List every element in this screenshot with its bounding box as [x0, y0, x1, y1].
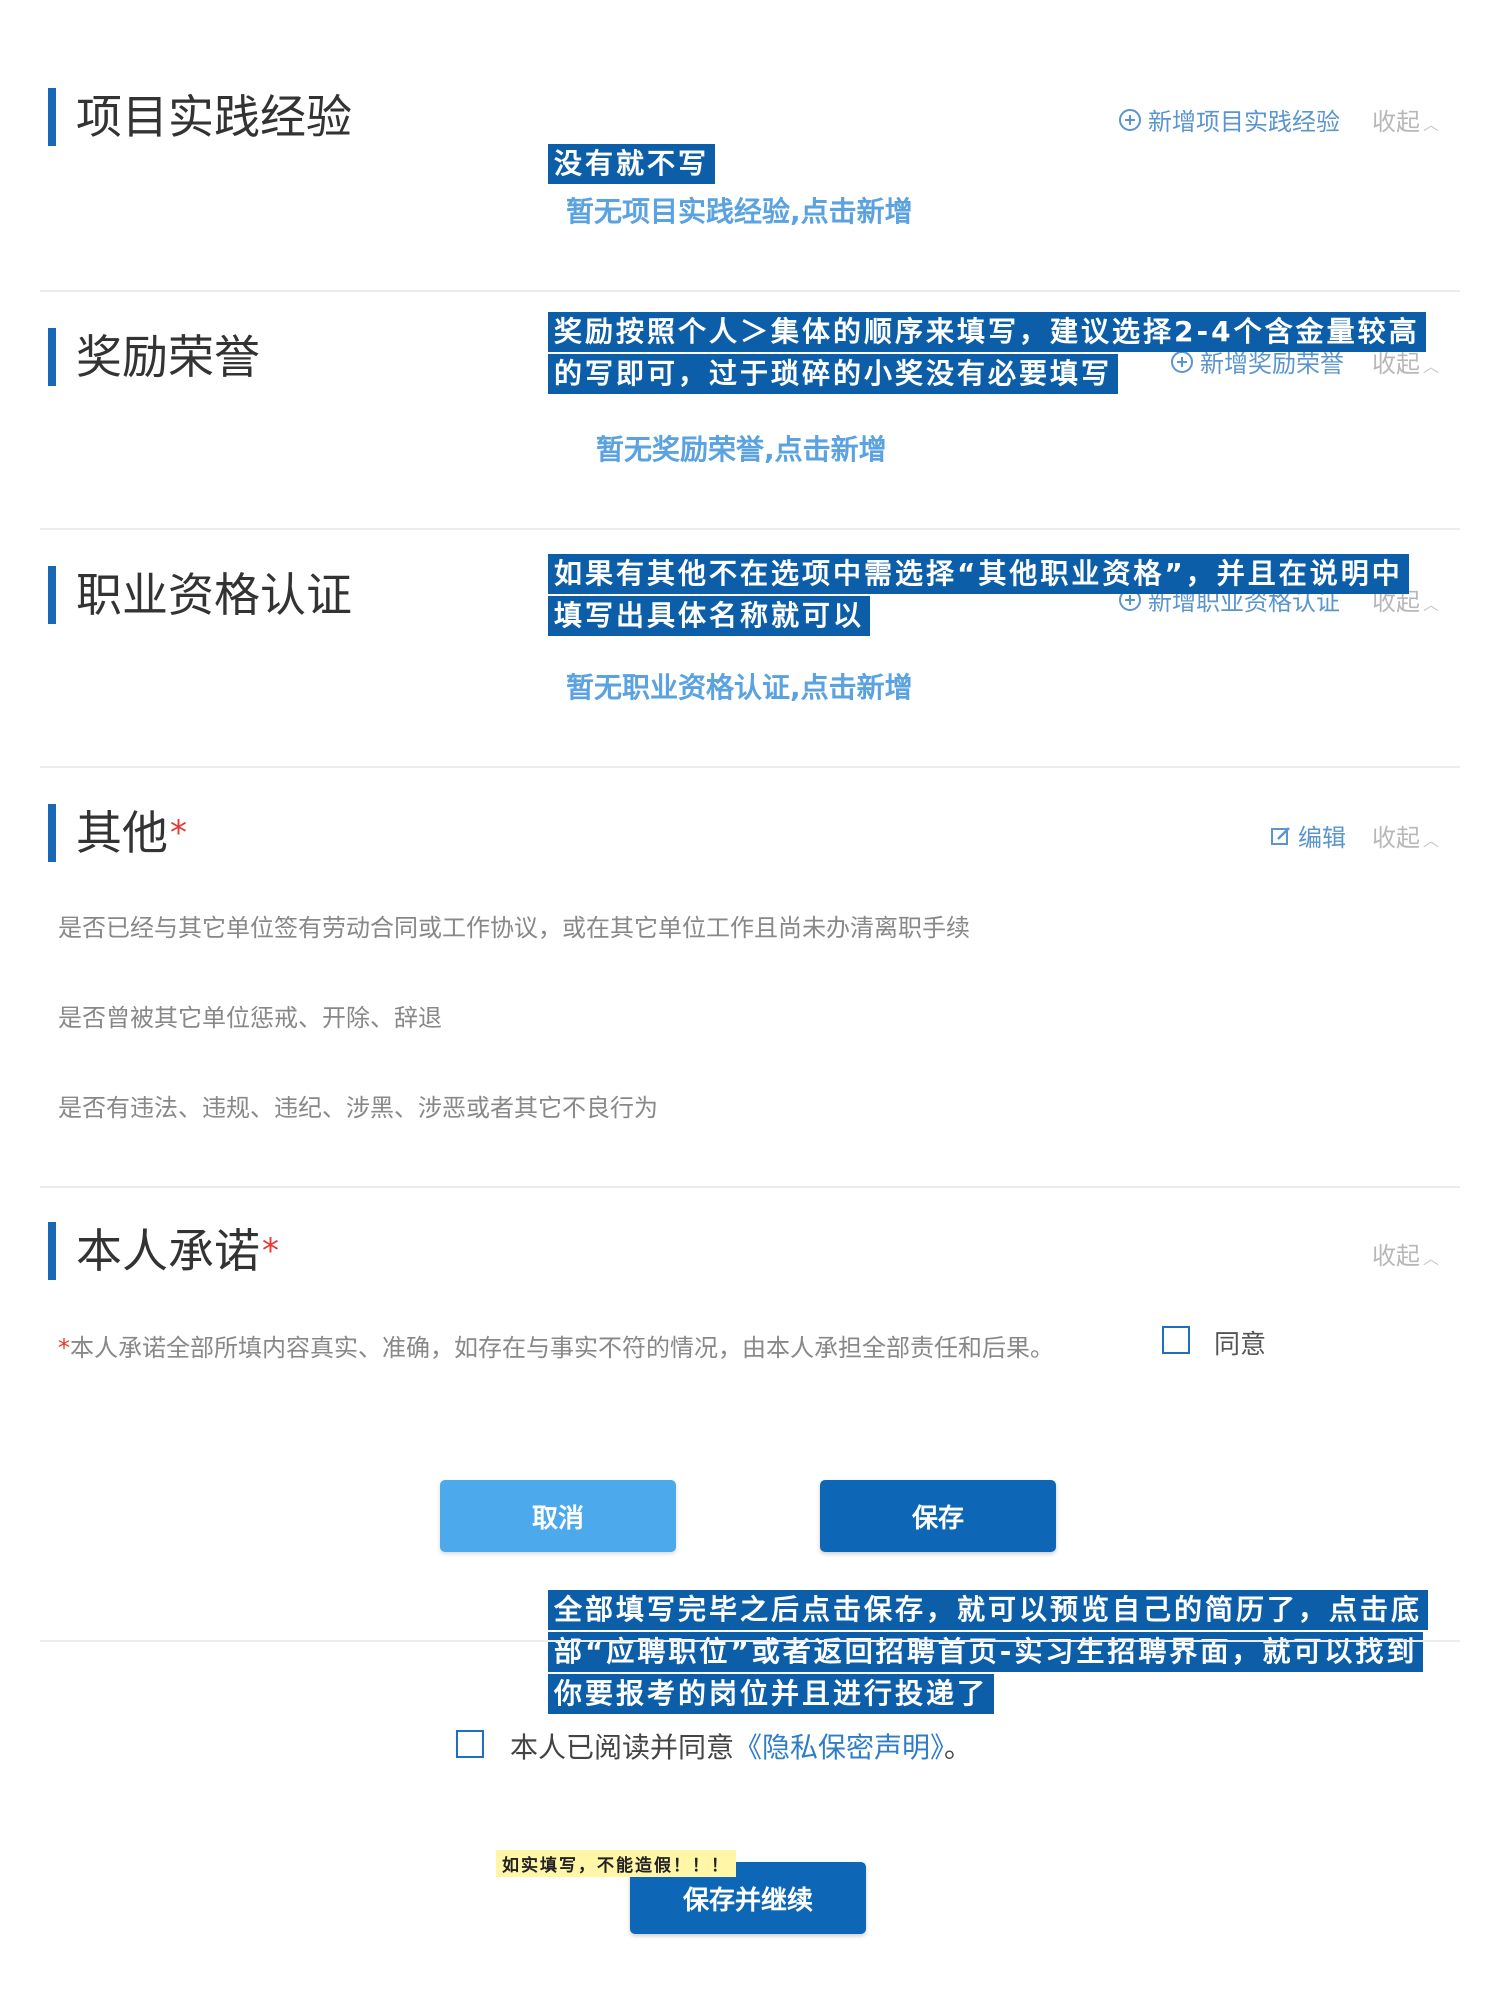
- collapse-label: 收起: [1372, 824, 1420, 852]
- empty-awards-link[interactable]: 暂无奖励荣誉,点击新增: [596, 428, 887, 468]
- section-title-certifications: 职业资格认证: [76, 566, 352, 624]
- required-mark: *: [170, 813, 187, 853]
- privacy-suffix: 。: [944, 1731, 973, 1764]
- empty-awards-text: 暂无奖励荣誉,点击新增: [596, 433, 887, 466]
- collapse-commitment-button[interactable]: 收起 ︿: [1372, 1236, 1439, 1271]
- collapse-label: 收起: [1372, 350, 1420, 378]
- plus-circle-icon: [1171, 350, 1193, 373]
- edit-other-label: 编辑: [1298, 824, 1346, 852]
- section-title-projects: 项目实践经验: [76, 88, 352, 146]
- section-title-certifications-text: 职业资格认证: [76, 568, 352, 622]
- plus-circle-icon: [1119, 108, 1141, 131]
- commitment-text: *本人承诺全部所填内容真实、准确，如存在与事实不符的情况，由本人承担全部责任和后…: [58, 1328, 1054, 1363]
- empty-certifications-text: 暂无职业资格认证,点击新增: [566, 671, 913, 704]
- note-save-line3: 你要报考的岗位并且进行投递了: [548, 1674, 995, 1714]
- chevron-up-icon: ︿: [1423, 115, 1440, 134]
- section-title-awards: 奖励荣誉: [76, 328, 260, 386]
- save-button[interactable]: 保存: [820, 1480, 1056, 1552]
- section-title-projects-text: 项目实践经验: [76, 90, 352, 144]
- question-disciplined: 是否曾被其它单位惩戒、开除、辞退: [58, 1004, 442, 1032]
- privacy-policy-link[interactable]: 《隐私保密声明》: [734, 1731, 944, 1764]
- section-divider: [40, 766, 1460, 768]
- chevron-up-icon: ︿: [1423, 1249, 1440, 1268]
- empty-projects-text: 暂无项目实践经验,点击新增: [566, 195, 913, 228]
- section-title-commitment: 本人承诺*: [76, 1222, 279, 1280]
- section-divider: [40, 528, 1460, 530]
- collapse-other-button[interactable]: 收起 ︿: [1372, 818, 1439, 853]
- save-button-label: 保存: [911, 1503, 964, 1534]
- section-title-commitment-text: 本人承诺: [76, 1224, 260, 1278]
- commitment-star: *: [58, 1334, 70, 1362]
- note-honesty: 如实填写，不能造假！！！: [496, 1850, 736, 1877]
- section-accent-bar: [48, 88, 56, 146]
- save-continue-label: 保存并继续: [682, 1885, 813, 1916]
- agree-checkbox[interactable]: [1162, 1326, 1190, 1354]
- note-projects-text: 没有就不写: [554, 147, 710, 180]
- privacy-statement: 本人已阅读并同意《隐私保密声明》。: [510, 1726, 972, 1766]
- cancel-button-label: 取消: [531, 1503, 584, 1534]
- section-accent-bar: [48, 566, 56, 624]
- section-title-other-text: 其他: [76, 806, 168, 860]
- note-projects: 没有就不写: [548, 144, 716, 184]
- required-mark: *: [262, 1231, 279, 1271]
- note-awards-text-1: 奖励按照个人＞集体的顺序来填写，建议选择2-4个含金量较高: [554, 315, 1420, 348]
- note-honesty-text: 如实填写，不能造假！！！: [502, 1856, 730, 1876]
- note-save-line2: 部“应聘职位”或者返回招聘首页-实习生招聘界面，就可以找到: [548, 1632, 1424, 1672]
- note-certifications-line2: 填写出具体名称就可以: [548, 596, 871, 636]
- question-misconduct: 是否有违法、违规、违纪、涉黑、涉恶或者其它不良行为: [58, 1094, 658, 1122]
- edit-icon: [1271, 826, 1290, 845]
- note-awards-line1: 奖励按照个人＞集体的顺序来填写，建议选择2-4个含金量较高: [548, 312, 1426, 352]
- note-save-text-3: 你要报考的岗位并且进行投递了: [554, 1677, 989, 1710]
- note-cert-text-2: 填写出具体名称就可以: [554, 599, 865, 632]
- collapse-label: 收起: [1372, 108, 1420, 136]
- section-title-awards-text: 奖励荣誉: [76, 330, 260, 384]
- note-save-line1: 全部填写完毕之后点击保存，就可以预览自己的简历了，点击底: [548, 1590, 1429, 1630]
- agree-label: 同意: [1214, 1330, 1267, 1360]
- privacy-prefix: 本人已阅读并同意: [510, 1731, 735, 1764]
- empty-projects-link[interactable]: 暂无项目实践经验,点击新增: [566, 190, 913, 230]
- chevron-up-icon: ︿: [1423, 831, 1440, 850]
- section-title-other: 其他*: [76, 804, 187, 862]
- note-awards-line2: 的写即可，过于琐碎的小奖没有必要填写: [548, 354, 1119, 394]
- cancel-button[interactable]: 取消: [440, 1480, 676, 1552]
- section-accent-bar: [48, 1222, 56, 1280]
- collapse-projects-button[interactable]: 收起 ︿: [1372, 102, 1439, 137]
- section-divider: [40, 290, 1460, 292]
- section-accent-bar: [48, 804, 56, 862]
- privacy-checkbox[interactable]: [456, 1730, 484, 1758]
- section-divider: [40, 1640, 1460, 1642]
- collapse-label: 收起: [1372, 1242, 1420, 1270]
- empty-certifications-link[interactable]: 暂无职业资格认证,点击新增: [566, 666, 913, 706]
- note-cert-text-1: 如果有其他不在选项中需选择“其他职业资格”，并且在说明中: [554, 557, 1403, 590]
- add-project-label: 新增项目实践经验: [1148, 108, 1340, 136]
- chevron-up-icon: ︿: [1423, 595, 1440, 614]
- note-awards-text-2: 的写即可，过于琐碎的小奖没有必要填写: [554, 357, 1113, 390]
- note-save-text-1: 全部填写完毕之后点击保存，就可以预览自己的简历了，点击底: [554, 1593, 1423, 1626]
- commitment-body: 本人承诺全部所填内容真实、准确，如存在与事实不符的情况，由本人承担全部责任和后果…: [70, 1334, 1054, 1362]
- chevron-up-icon: ︿: [1423, 357, 1440, 376]
- question-labor-contract: 是否已经与其它单位签有劳动合同或工作协议，或在其它单位工作且尚未办清离职手续: [58, 914, 970, 942]
- note-certifications-line1: 如果有其他不在选项中需选择“其他职业资格”，并且在说明中: [548, 554, 1409, 594]
- section-accent-bar: [48, 328, 56, 386]
- section-divider: [40, 1186, 1460, 1188]
- add-project-button[interactable]: 新增项目实践经验: [1118, 102, 1340, 137]
- edit-other-button[interactable]: 编辑: [1270, 818, 1346, 853]
